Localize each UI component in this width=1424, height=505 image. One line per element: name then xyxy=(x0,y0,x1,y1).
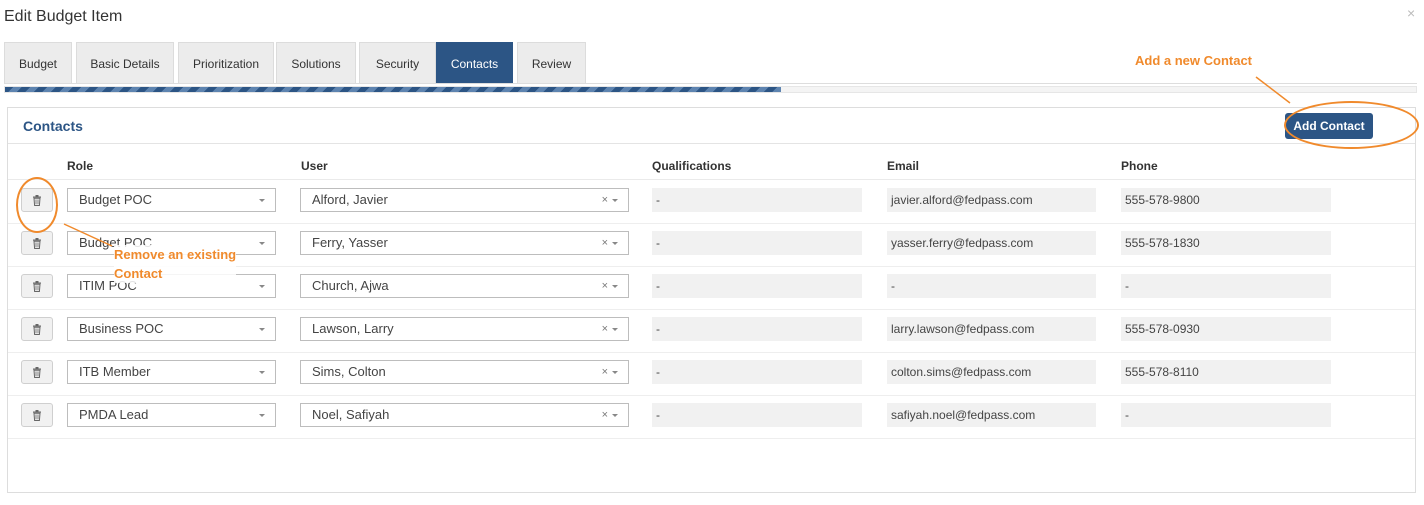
chevron-down-icon xyxy=(259,371,265,374)
chevron-down-icon xyxy=(612,199,618,202)
progress-fill xyxy=(5,87,782,92)
tab-underline xyxy=(4,83,1417,84)
clear-icon[interactable]: × xyxy=(602,404,608,426)
panel-title: Contacts xyxy=(23,118,83,134)
chevron-down-icon xyxy=(612,328,618,331)
chevron-down-icon xyxy=(259,285,265,288)
role-value: ITB Member xyxy=(79,364,151,379)
user-value: Noel, Safiyah xyxy=(312,407,390,422)
user-select[interactable]: Church, Ajwa × xyxy=(300,274,629,298)
column-header-qualifications: Qualifications xyxy=(652,159,732,173)
role-select[interactable]: PMDA Lead xyxy=(67,403,276,427)
phone-field: 555-578-9800 xyxy=(1121,188,1331,212)
chevron-down-icon xyxy=(259,328,265,331)
delete-contact-button[interactable] xyxy=(21,317,53,341)
clear-icon[interactable]: × xyxy=(602,232,608,254)
user-value: Church, Ajwa xyxy=(312,278,389,293)
trash-icon xyxy=(32,409,42,421)
table-row: Budget POC Alford, Javier × - javier.alford@… xyxy=(8,181,1415,224)
chevron-down-icon xyxy=(259,242,265,245)
phone-field: 555-578-1830 xyxy=(1121,231,1331,255)
trash-icon xyxy=(32,366,42,378)
qualifications-field: - xyxy=(652,188,862,212)
qualifications-field: - xyxy=(652,317,862,341)
chevron-down-icon xyxy=(612,242,618,245)
tab-security[interactable]: Security xyxy=(359,42,436,84)
qualifications-field: - xyxy=(652,231,862,255)
phone-field: 555-578-8110 xyxy=(1121,360,1331,384)
chevron-down-icon xyxy=(259,414,265,417)
panel-header: Contacts Add Contact xyxy=(8,108,1415,144)
table-row: ITB Member Sims, Colton × - colton.sims@fedp… xyxy=(8,353,1415,396)
annotation-add-contact: Add a new Contact xyxy=(1135,53,1253,68)
clear-icon[interactable]: × xyxy=(602,189,608,211)
tab-prioritization[interactable]: Prioritization xyxy=(178,42,274,84)
qualifications-field: - xyxy=(652,360,862,384)
trash-icon xyxy=(32,280,42,292)
column-header-role: Role xyxy=(67,159,94,173)
phone-field: - xyxy=(1121,403,1331,427)
annotation-remove-contact: Remove an existing Contact xyxy=(114,245,237,283)
modal-title: Edit Budget Item xyxy=(4,8,123,25)
chevron-down-icon xyxy=(612,371,618,374)
chevron-down-icon xyxy=(259,199,265,202)
user-value: Alford, Javier xyxy=(312,192,388,207)
annotation-ellipse-remove xyxy=(16,177,58,233)
user-select[interactable]: Ferry, Yasser × xyxy=(300,231,629,255)
delete-contact-button[interactable] xyxy=(21,231,53,255)
role-value: Budget POC xyxy=(79,192,152,207)
clear-icon[interactable]: × xyxy=(602,361,608,383)
delete-contact-button[interactable] xyxy=(21,360,53,384)
close-icon[interactable]: × xyxy=(1407,5,1415,21)
trash-icon xyxy=(32,237,42,249)
tab-basic-details[interactable]: Basic Details xyxy=(76,42,174,84)
column-header-email: Email xyxy=(887,159,920,173)
email-field: larry.lawson@fedpass.com xyxy=(887,317,1096,341)
qualifications-field: - xyxy=(652,403,862,427)
user-select[interactable]: Lawson, Larry × xyxy=(300,317,629,341)
clear-icon[interactable]: × xyxy=(602,318,608,340)
email-field: yasser.ferry@fedpass.com xyxy=(887,231,1096,255)
delete-contact-button[interactable] xyxy=(21,274,53,298)
user-select[interactable]: Sims, Colton × xyxy=(300,360,629,384)
tab-budget[interactable]: Budget xyxy=(4,42,72,84)
role-value: PMDA Lead xyxy=(79,407,149,422)
email-field: javier.alford@fedpass.com xyxy=(887,188,1096,212)
user-value: Ferry, Yasser xyxy=(312,235,388,250)
chevron-down-icon xyxy=(612,285,618,288)
column-header-phone: Phone xyxy=(1121,159,1158,173)
chevron-down-icon xyxy=(612,414,618,417)
email-field: - xyxy=(887,274,1096,298)
delete-contact-button[interactable] xyxy=(21,403,53,427)
email-field: colton.sims@fedpass.com xyxy=(887,360,1096,384)
role-select[interactable]: Business POC xyxy=(67,317,276,341)
role-select[interactable]: ITB Member xyxy=(67,360,276,384)
tab-contacts[interactable]: Contacts xyxy=(436,42,513,84)
tab-solutions[interactable]: Solutions xyxy=(276,42,356,84)
qualifications-field: - xyxy=(652,274,862,298)
trash-icon xyxy=(32,323,42,335)
table-row: Business POC Lawson, Larry × - larry.lawson@… xyxy=(8,310,1415,353)
table-row: PMDA Lead Noel, Safiyah × - safiyah.noel@fed… xyxy=(8,396,1415,439)
user-select[interactable]: Noel, Safiyah × xyxy=(300,403,629,427)
user-value: Lawson, Larry xyxy=(312,321,394,336)
phone-field: - xyxy=(1121,274,1331,298)
tab-review[interactable]: Review xyxy=(517,42,586,84)
role-select[interactable]: Budget POC xyxy=(67,188,276,212)
role-value: Business POC xyxy=(79,321,164,336)
user-value: Sims, Colton xyxy=(312,364,386,379)
progress-bar xyxy=(4,86,1417,93)
row-divider xyxy=(8,438,1415,439)
clear-icon[interactable]: × xyxy=(602,275,608,297)
column-header-user: User xyxy=(301,159,328,173)
contacts-panel: Contacts Add Contact Role User Qualifica… xyxy=(7,107,1416,493)
header-divider xyxy=(8,179,1415,180)
annotation-ellipse-add xyxy=(1284,101,1419,149)
user-select[interactable]: Alford, Javier × xyxy=(300,188,629,212)
phone-field: 555-578-0930 xyxy=(1121,317,1331,341)
email-field: safiyah.noel@fedpass.com xyxy=(887,403,1096,427)
